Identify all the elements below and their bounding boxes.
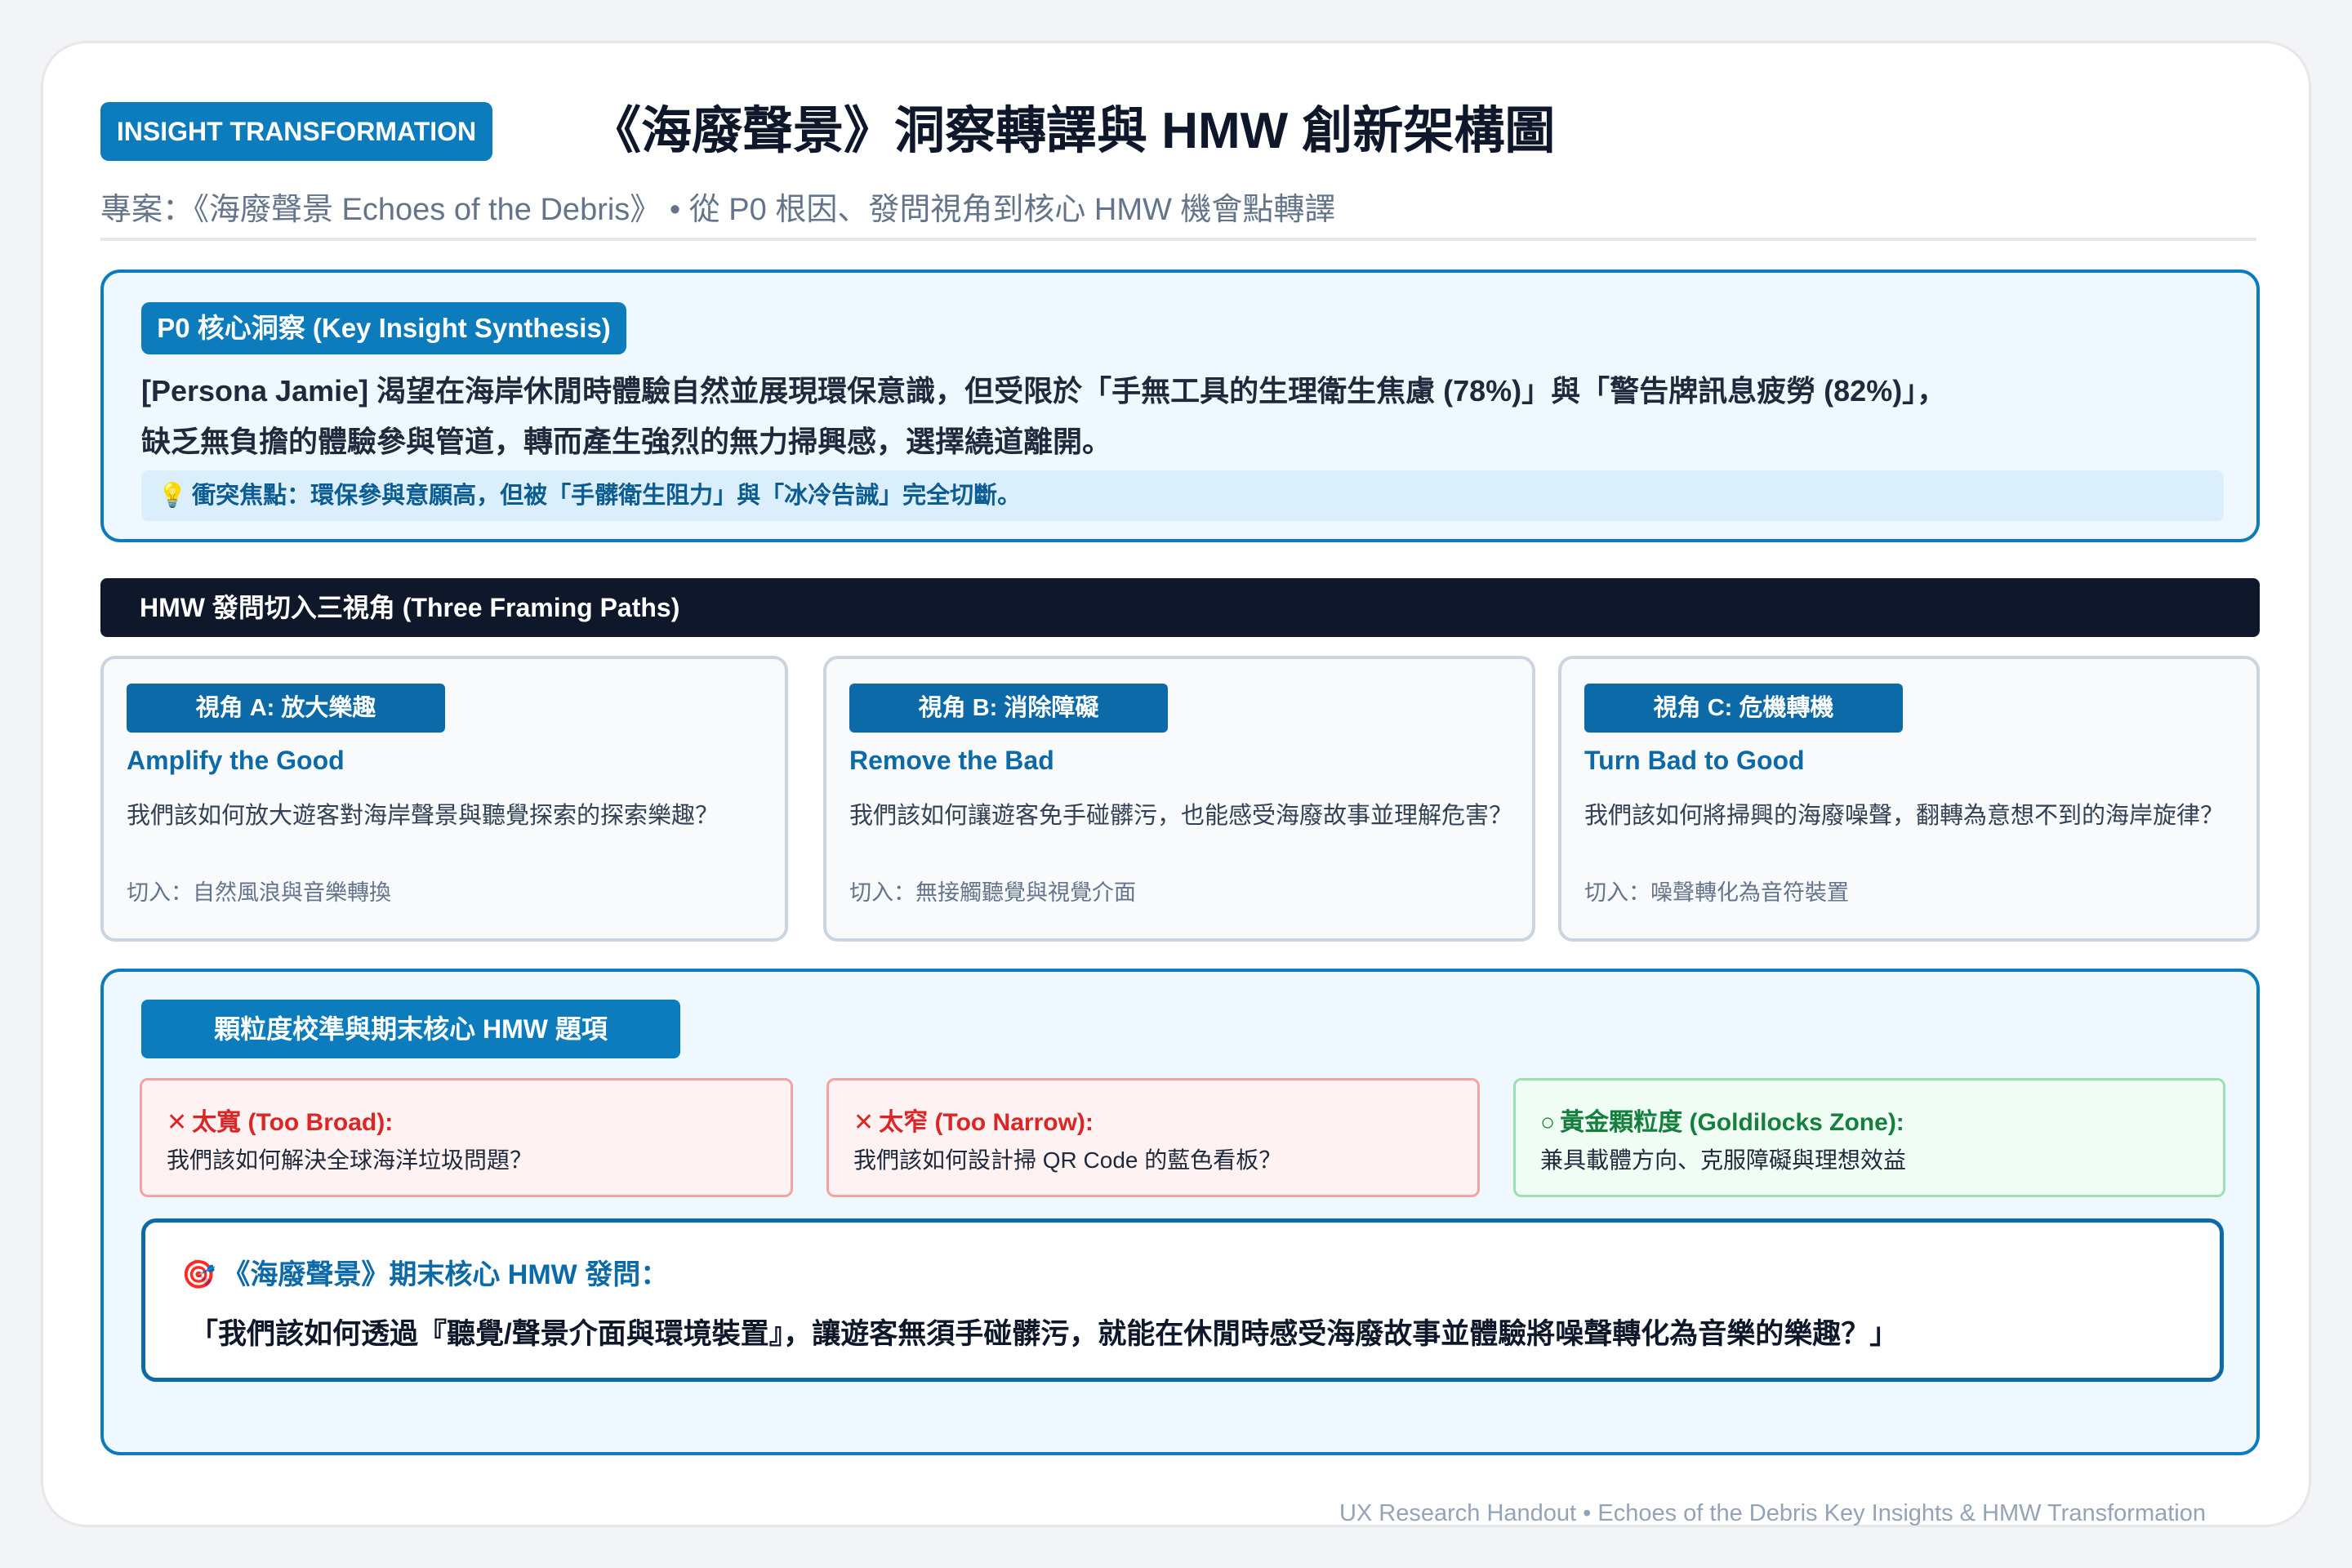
p0-line-2: 缺乏無負擔的體驗參與管道，轉而產生強烈的無力掃興感，選擇繞道離開。 [141,425,1112,458]
p0-badge: P0 核心洞察 (Key Insight Synthesis) [141,302,626,354]
framing-english-title: Turn Bad to Good [1584,746,1805,775]
framing-english-title: Remove the Bad [849,746,1054,775]
granularity-section: 顆粒度校準與期末核心 HMW 題項 ✕ 太寬 (Too Broad): 我們該如何… [100,969,2260,1455]
framing-card-a: 視角 A: 放大樂趣 Amplify the Good 我們該如何放大遊客對海岸… [100,656,788,942]
too-broad-box: ✕ 太寬 (Too Broad): 我們該如何解決全球海洋垃圾問題？ [140,1078,793,1197]
cross-icon: ✕ [167,1109,188,1136]
insight-badge: INSIGHT TRANSFORMATION [100,102,492,161]
framing-entry-point: 切入：噪聲轉化為音符裝置 [1584,880,1849,905]
conflict-focus-note: 💡 衝突焦點：環保參與意願高，但被「手髒衛生阻力」與「冰冷告誡」完全切斷。 [141,470,2224,521]
goldilocks-label: 黃金顆粒度 (Goldilocks Zone): [1560,1109,1904,1136]
framing-card-c: 視角 C: 危機轉機 Turn Bad to Good 我們該如何將掃興的海廢噪… [1558,656,2260,942]
target-icon: 🎯 [181,1259,216,1290]
too-narrow-label: 太窄 (Too Narrow): [879,1109,1094,1136]
too-broad-example: 我們該如何解決全球海洋垃圾問題？ [167,1147,533,1173]
page-subtitle: 專案：《海廢聲景 Echoes of the Debris》 • 從 P0 根因… [100,193,1336,227]
too-narrow-box: ✕ 太窄 (Too Narrow): 我們該如何設計掃 QR Code 的藍色看板… [826,1078,1480,1197]
granularity-section-title: 顆粒度校準與期末核心 HMW 題項 [141,1000,680,1058]
too-narrow-example: 我們該如何設計掃 QR Code 的藍色看板？ [853,1147,1282,1173]
goldilocks-description: 兼具載體方向、克服障礙與理想效益 [1540,1147,1907,1173]
p0-line-1: [Persona Jamie] 渴望在海岸休閒時體驗自然並展現環保意識，但受限於… [141,374,1947,408]
final-hmw-title: 《海廢聲景》期末核心 HMW 發問： [222,1259,669,1290]
framing-english-title: Amplify the Good [127,746,345,775]
handout-card: INSIGHT TRANSFORMATION 《海廢聲景》洞察轉譯與 HMW 創… [41,41,2311,1527]
lightbulb-icon: 💡 [158,483,188,509]
framing-entry-point: 切入：無接觸聽覺與視覺介面 [849,880,1136,905]
p0-insight-text: [Persona Jamie] 渴望在海岸休閒時體驗自然並展現環保意識，但受限於… [141,366,2232,467]
page-title: 《海廢聲景》洞察轉譯與 HMW 創新架構圖 [590,103,1556,159]
framing-question: 我們該如何放大遊客對海岸聲景與聽覺探索的探索樂趣？ [127,803,719,829]
framing-card-b: 視角 B: 消除障礙 Remove the Bad 我們該如何讓遊客免手碰髒污，… [823,656,1535,942]
framing-badge: 視角 B: 消除障礙 [849,684,1168,733]
p0-insight-box: P0 核心洞察 (Key Insight Synthesis) [Persona… [100,270,2260,542]
framing-question: 我們該如何讓遊客免手碰髒污，也能感受海廢故事並理解危害？ [849,803,1513,829]
conflict-focus-text: 衝突焦點：環保參與意願高，但被「手髒衛生阻力」與「冰冷告誡」完全切斷。 [192,483,1022,509]
circle-icon: ○ [1540,1109,1556,1136]
header-divider [100,238,2256,241]
framing-section-title: HMW 發問切入三視角 (Three Framing Paths) [100,578,2260,637]
framing-badge: 視角 A: 放大樂趣 [127,684,445,733]
framing-question: 我們該如何將掃興的海廢噪聲，翻轉為意想不到的海岸旋律？ [1584,803,2225,829]
final-hmw-question: 「我們該如何透過『聽覺/聲景介面與環境裝置』，讓遊客無須手碰髒污，就能在休閒時感… [189,1318,1899,1350]
goldilocks-box: ○ 黃金顆粒度 (Goldilocks Zone): 兼具載體方向、克服障礙與理想… [1513,1078,2225,1197]
cross-icon: ✕ [853,1109,875,1136]
footer-text: UX Research Handout • Echoes of the Debr… [1339,1500,2206,1526]
final-hmw-box: 🎯 《海廢聲景》期末核心 HMW 發問： 「我們該如何透過『聽覺/聲景介面與環境裝… [141,1218,2224,1382]
too-broad-label: 太寬 (Too Broad): [192,1109,394,1136]
framing-badge: 視角 C: 危機轉機 [1584,684,1903,733]
framing-entry-point: 切入：自然風浪與音樂轉換 [127,880,391,905]
